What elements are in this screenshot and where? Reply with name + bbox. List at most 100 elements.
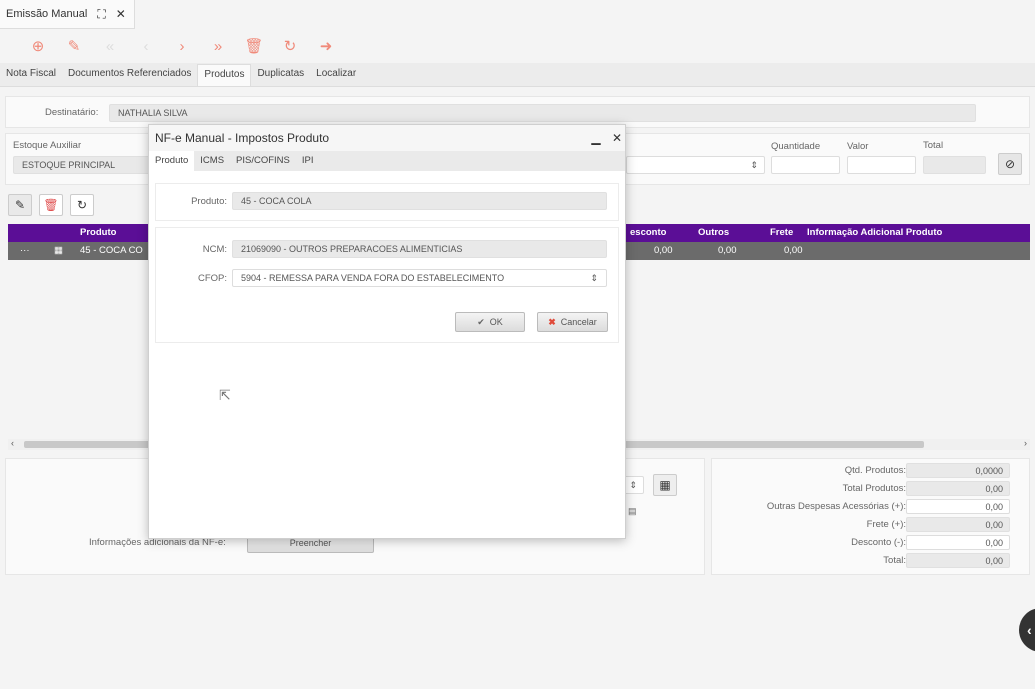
grand-total-value: 0,00 <box>906 553 1010 568</box>
add-icon[interactable]: ⊕ <box>20 37 56 55</box>
collapse-panel-button[interactable]: ‹ <box>1019 608 1035 652</box>
quantidade-label: Quantidade <box>771 141 821 152</box>
col-produto[interactable]: Produto <box>80 227 116 238</box>
row-outros: 0,00 <box>718 245 737 256</box>
maximize-icon[interactable]: ⛶ <box>97 7 105 22</box>
col-info-adicional[interactable]: Informação Adicional Produto <box>807 227 942 238</box>
quantidade-input[interactable] <box>771 156 840 174</box>
col-outros[interactable]: Outros <box>698 227 729 238</box>
small-calculator-icon[interactable]: ▤ <box>628 506 637 517</box>
produto-label: Produto: <box>191 196 227 207</box>
chevron-left-icon: ‹ <box>1027 622 1032 638</box>
edit-square-icon: ✎ <box>14 198 26 212</box>
totals-row: Outras Despesas Acessórias (+): 0,00 <box>711 498 1011 516</box>
ok-button-label: OK <box>489 317 503 327</box>
grand-total-label: Total: <box>883 555 906 566</box>
frete-value: 0,00 <box>906 517 1010 532</box>
row-calc-icon[interactable]: ▦ <box>54 245 63 256</box>
edit-row-button[interactable]: ✎ <box>8 194 32 216</box>
last-record-icon[interactable]: » <box>200 38 236 55</box>
scroll-right-icon[interactable]: › <box>1024 438 1027 448</box>
cancel-x-icon: ✖ <box>548 316 556 327</box>
tab-ipi[interactable]: IPI <box>296 151 320 171</box>
exit-icon[interactable]: ➜ <box>308 37 344 55</box>
next-record-icon[interactable]: › <box>164 38 200 55</box>
produto-field: 45 - COCA COLA <box>232 192 607 210</box>
tab-duplicatas[interactable]: Duplicatas <box>251 64 310 86</box>
desconto-input[interactable]: 0,00 <box>906 535 1010 550</box>
totals-row: Qtd. Produtos: 0,0000 <box>711 462 1011 480</box>
destinatario-field: NATHALIA SILVA <box>109 104 976 122</box>
calculator-button[interactable]: ▦ <box>653 474 677 496</box>
toolbar: ⊕ ✎ « ‹ › » 🗑 ↻ ➜ <box>0 30 1035 62</box>
totals-row: Total Produtos: 0,00 <box>711 480 1011 498</box>
edit-icon[interactable]: ✎ <box>56 37 92 55</box>
totals-row: Total: 0,00 <box>711 552 1011 570</box>
tab-nota-fiscal[interactable]: Nota Fiscal <box>0 64 62 86</box>
tab-icms[interactable]: ICMS <box>194 151 230 171</box>
scroll-left-icon[interactable]: ‹ <box>11 438 14 448</box>
outras-despesas-input[interactable]: 0,00 <box>906 499 1010 514</box>
frete-label: Frete (+): <box>866 519 906 530</box>
select-arrows-icon: ⇕ <box>750 159 758 170</box>
col-frete[interactable]: Frete <box>770 227 793 238</box>
minimize-icon[interactable]: ▁ <box>587 129 605 147</box>
dialog-title: NF-e Manual - Impostos Produto <box>155 131 330 145</box>
cfop-value: 5904 - REMESSA PARA VENDA FORA DO ESTABE… <box>241 273 505 283</box>
clear-icon: ⊘ <box>1004 157 1016 171</box>
tab-produto[interactable]: Produto <box>149 151 195 171</box>
valor-label: Valor <box>847 141 869 152</box>
total-produtos-label: Total Produtos: <box>842 483 906 494</box>
close-icon[interactable]: ✕ <box>116 7 126 21</box>
trash-icon: 🗑 <box>43 198 59 212</box>
col-desconto[interactable]: esconto <box>630 227 666 238</box>
cancel-button-label: Cancelar <box>560 317 597 327</box>
valor-input[interactable] <box>847 156 916 174</box>
row-desconto: 0,00 <box>654 245 673 256</box>
qtd-produtos-value: 0,0000 <box>906 463 1010 478</box>
totals-list: Qtd. Produtos: 0,0000 Total Produtos: 0,… <box>711 462 1011 570</box>
main-tabs: Nota Fiscal Documentos Referenciados Pro… <box>0 63 1035 87</box>
delete-row-button[interactable]: 🗑 <box>39 194 63 216</box>
calculator-icon: ▦ <box>659 478 671 492</box>
cfop-label: CFOP: <box>197 273 227 284</box>
clear-button[interactable]: ⊘ <box>998 153 1022 175</box>
first-record-icon[interactable]: « <box>92 38 128 55</box>
tab-documentos-referenciados[interactable]: Documentos Referenciados <box>62 64 197 86</box>
ncm-field: 21069090 - OUTROS PREPARACOES ALIMENTICI… <box>232 240 607 258</box>
product-select[interactable]: ⇕ <box>626 156 765 174</box>
cancel-button[interactable]: ✖ Cancelar <box>537 312 608 332</box>
impostos-produto-dialog: NF-e Manual - Impostos Produto ▁ ✕ Produ… <box>148 124 626 539</box>
check-icon: ✔ <box>477 316 485 327</box>
ok-button[interactable]: ✔ OK <box>455 312 525 332</box>
tab-produtos[interactable]: Produtos <box>197 64 252 86</box>
estoque-label: Estoque Auxiliar <box>13 140 82 151</box>
previous-record-icon[interactable]: ‹ <box>128 38 164 55</box>
ncm-label: NCM: <box>202 244 227 255</box>
totals-row: Desconto (-): 0,00 <box>711 534 1011 552</box>
refresh-icon[interactable]: ↻ <box>272 37 308 55</box>
cfop-select[interactable]: 5904 - REMESSA PARA VENDA FORA DO ESTABE… <box>232 269 607 287</box>
dialog-title-bar[interactable]: NF-e Manual - Impostos Produto ▁ ✕ <box>149 125 625 151</box>
qtd-produtos-label: Qtd. Produtos: <box>844 465 906 476</box>
dialog-tabs: Produto ICMS PIS/COFINS IPI <box>149 151 625 171</box>
totals-row: Frete (+): 0,00 <box>711 516 1011 534</box>
delete-icon[interactable]: 🗑 <box>236 37 272 55</box>
mouse-cursor-icon: ⇱ <box>219 387 231 403</box>
select-arrows-icon: ⇕ <box>629 479 637 490</box>
destinatario-label: Destinatário: <box>45 107 99 118</box>
window-tab-title: Emissão Manual <box>6 8 88 20</box>
estoque-select[interactable]: ESTOQUE PRINCIPAL <box>13 156 153 174</box>
tab-localizar[interactable]: Localizar <box>310 64 362 86</box>
window-tab[interactable]: Emissão Manual ⛶ ✕ <box>0 0 135 29</box>
tab-pis-cofins[interactable]: PIS/COFINS <box>230 151 296 171</box>
row-produto: 45 - COCA CO <box>80 245 143 256</box>
close-icon[interactable]: ✕ <box>608 129 626 147</box>
desconto-label: Desconto (-): <box>851 537 906 548</box>
outras-despesas-label: Outras Despesas Acessórias (+): <box>766 501 906 512</box>
row-frete: 0,00 <box>784 245 803 256</box>
row-menu-dots[interactable]: ··· <box>20 245 30 256</box>
preencher-button-label: Preencher <box>289 538 332 548</box>
total-field <box>923 156 986 174</box>
refresh-grid-button[interactable]: ↻ <box>70 194 94 216</box>
